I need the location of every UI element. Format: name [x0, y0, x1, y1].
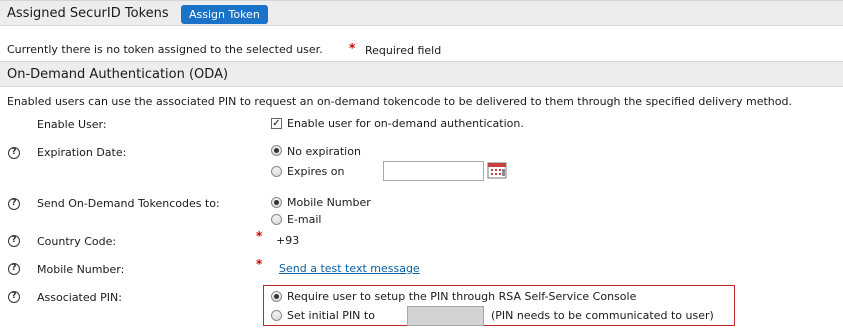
enable-user-checkbox-label[interactable]: Enable user for on-demand authentication…	[287, 117, 524, 130]
no-expiration-label[interactable]: No expiration	[287, 145, 361, 158]
email-option-label[interactable]: E-mail	[287, 213, 322, 226]
initial-pin-input[interactable]	[407, 306, 484, 326]
oda-title: On-Demand Authentication (ODA)	[7, 67, 229, 82]
expiration-date-label: Expiration Date:	[37, 146, 127, 159]
help-icon[interactable]: ?	[8, 198, 20, 210]
mobile-number-radio[interactable]	[271, 197, 282, 208]
required-field-note: Required field	[365, 44, 442, 57]
assigned-tokens-title: Assigned SecurID Tokens	[7, 6, 169, 21]
country-code-value: +93	[276, 234, 300, 247]
help-icon[interactable]: ?	[8, 291, 20, 303]
required-asterisk-icon: *	[256, 229, 263, 243]
expires-on-label[interactable]: Expires on	[287, 165, 344, 178]
calendar-icon[interactable]	[487, 161, 507, 179]
associated-pin-label: Associated PIN:	[37, 291, 122, 304]
send-test-text-link[interactable]: Send a test text message	[279, 262, 420, 275]
set-initial-pin-label[interactable]: Set initial PIN to	[287, 309, 375, 322]
help-icon[interactable]: ?	[8, 263, 20, 275]
expires-on-radio[interactable]	[271, 166, 282, 177]
help-icon[interactable]: ?	[8, 147, 20, 159]
expiration-date-input[interactable]	[383, 161, 484, 181]
oda-description: Enabled users can use the associated PIN…	[7, 95, 792, 108]
country-code-label: Country Code:	[37, 235, 117, 248]
oda-header: On-Demand Authentication (ODA)	[0, 61, 843, 87]
required-asterisk-icon: *	[256, 257, 263, 271]
require-pin-setup-radio[interactable]	[271, 291, 282, 302]
require-pin-setup-label[interactable]: Require user to setup the PIN through RS…	[287, 290, 636, 303]
help-icon[interactable]: ?	[8, 235, 20, 247]
mobile-number-option-label[interactable]: Mobile Number	[287, 196, 371, 209]
assigned-tokens-header: Assigned SecurID Tokens Assign Token	[0, 0, 843, 26]
email-radio[interactable]	[271, 214, 282, 225]
no-token-message: Currently there is no token assigned to …	[7, 43, 323, 56]
assign-token-button[interactable]: Assign Token	[181, 5, 268, 24]
set-initial-pin-radio[interactable]	[271, 310, 282, 321]
enable-user-label: Enable User:	[37, 118, 107, 131]
pin-communication-note: (PIN needs to be communicated to user)	[491, 309, 714, 322]
mobile-number-label: Mobile Number:	[37, 263, 125, 276]
send-tokencodes-label: Send On-Demand Tokencodes to:	[37, 197, 220, 210]
no-expiration-radio[interactable]	[271, 145, 282, 156]
enable-user-checkbox[interactable]: ✓	[271, 118, 282, 129]
required-asterisk-icon: *	[349, 41, 356, 55]
